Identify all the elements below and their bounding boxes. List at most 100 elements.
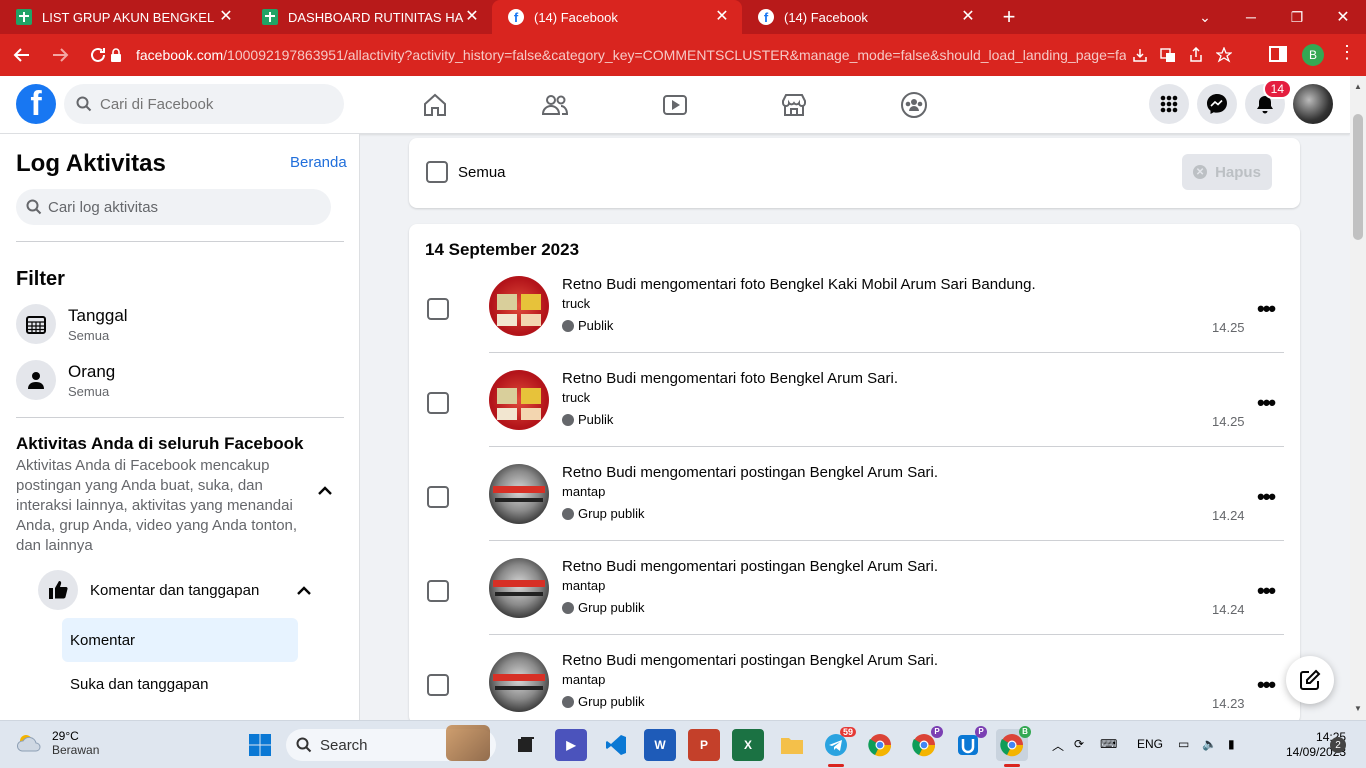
word-icon[interactable]: W — [644, 729, 676, 761]
entry-checkbox[interactable] — [427, 298, 449, 320]
marketplace-nav-icon[interactable] — [774, 88, 814, 122]
page-scrollbar[interactable]: ▲ ▼ — [1350, 76, 1366, 720]
telegram-icon[interactable]: 59 — [820, 727, 856, 761]
close-tab-icon[interactable]: ✕ — [714, 9, 730, 25]
excel-icon[interactable]: X — [732, 729, 764, 761]
minimize-button[interactable]: ─ — [1228, 0, 1274, 34]
more-options-icon[interactable]: ••• — [1257, 296, 1276, 322]
browser-tab[interactable]: DASHBOARD RUTINITAS HARIAN ✕ — [246, 0, 492, 34]
close-window-button[interactable]: ✕ — [1320, 0, 1366, 34]
powerpoint-icon[interactable]: P — [688, 729, 720, 761]
scrollbar-thumb[interactable] — [1353, 114, 1363, 240]
chevron-up-icon[interactable] — [297, 586, 311, 596]
entry-description[interactable]: Retno Budi mengomentari postingan Bengke… — [562, 558, 938, 575]
entry-thumbnail[interactable] — [489, 276, 549, 336]
browser-menu-icon[interactable]: ⋮ — [1338, 42, 1356, 63]
filter-date[interactable]: Tanggal Semua — [16, 302, 346, 346]
file-explorer-icon[interactable] — [776, 729, 808, 761]
share-icon[interactable] — [1182, 47, 1210, 63]
groups-nav-icon[interactable] — [894, 88, 934, 122]
friends-nav-icon[interactable] — [535, 88, 575, 122]
select-all-checkbox[interactable] — [426, 161, 448, 183]
more-options-icon[interactable]: ••• — [1257, 672, 1276, 698]
chrome-profile-icon[interactable]: P — [908, 726, 943, 761]
chevron-up-icon[interactable] — [318, 486, 332, 496]
entry-thumbnail[interactable] — [489, 558, 549, 618]
home-link[interactable]: Beranda — [290, 154, 347, 171]
scroll-down-arrow-icon[interactable]: ▼ — [1354, 704, 1362, 713]
facebook-logo[interactable]: f — [16, 84, 56, 124]
browser-tab-active[interactable]: f (14) Facebook ✕ — [492, 0, 742, 34]
entry-comment: mantap — [562, 672, 606, 687]
scroll-up-arrow-icon[interactable]: ▲ — [1354, 82, 1362, 91]
facebook-search[interactable] — [64, 84, 344, 124]
entry-audience: Grup publik — [562, 506, 644, 521]
chrome-active-icon[interactable]: B — [996, 726, 1031, 761]
activity-entry: Retno Budi mengomentari foto Bengkel Aru… — [409, 370, 1300, 464]
entry-description[interactable]: Retno Budi mengomentari foto Bengkel Aru… — [562, 370, 898, 387]
vscode-icon[interactable] — [600, 729, 632, 761]
category-comments-reactions[interactable]: Komentar dan tanggapan — [38, 570, 328, 610]
more-options-icon[interactable]: ••• — [1257, 390, 1276, 416]
delete-button[interactable]: ✕ Hapus — [1182, 154, 1272, 190]
new-message-button[interactable] — [1286, 656, 1334, 704]
browser-profile-avatar[interactable]: B — [1302, 44, 1324, 66]
task-view-icon[interactable] — [510, 729, 542, 761]
translate-icon[interactable] — [1154, 47, 1182, 63]
entry-checkbox[interactable] — [427, 486, 449, 508]
volume-icon[interactable]: 🔈 — [1202, 737, 1217, 751]
start-button[interactable] — [244, 729, 276, 761]
lock-icon — [111, 48, 121, 62]
entry-checkbox[interactable] — [427, 674, 449, 696]
more-options-icon[interactable]: ••• — [1257, 484, 1276, 510]
watch-nav-icon[interactable] — [655, 88, 695, 122]
teams-meet-icon[interactable]: ▶ — [555, 729, 587, 761]
entry-thumbnail[interactable] — [489, 652, 549, 712]
windows-icon — [249, 734, 271, 756]
sidepanel-icon[interactable] — [1268, 44, 1288, 64]
sync-icon[interactable]: ⟳ — [1074, 737, 1084, 751]
profile-avatar[interactable] — [1293, 84, 1333, 124]
language-indicator[interactable]: ENG — [1137, 737, 1163, 751]
close-tab-icon[interactable]: ✕ — [218, 9, 234, 25]
weather-widget[interactable]: 29°C Berawan — [16, 729, 99, 757]
more-options-icon[interactable]: ••• — [1257, 578, 1276, 604]
taskbar-search[interactable]: Search — [286, 725, 496, 761]
entry-description[interactable]: Retno Budi mengomentari postingan Bengke… — [562, 464, 938, 481]
new-tab-button[interactable]: + — [994, 0, 1024, 34]
entry-description[interactable]: Retno Budi mengomentari postingan Bengke… — [562, 652, 938, 669]
home-nav-icon[interactable] — [415, 88, 455, 122]
notification-center-badge[interactable]: 2 — [1330, 737, 1346, 753]
close-tab-icon[interactable]: ✕ — [464, 9, 480, 25]
tray-chevron-icon[interactable]: ︿ — [1052, 737, 1064, 754]
keyboard-icon[interactable]: ⌨ — [1100, 737, 1117, 751]
browser-tab[interactable]: LIST GRUP AKUN BENGKEL BANDUNG ✕ — [0, 0, 246, 34]
entry-thumbnail[interactable] — [489, 464, 549, 524]
close-tab-icon[interactable]: ✕ — [960, 9, 976, 25]
battery-icon[interactable]: ▮ — [1228, 737, 1235, 751]
tab-search-icon[interactable]: ⌄ — [1182, 0, 1228, 34]
entry-audience: Publik — [562, 318, 613, 333]
browser-tab[interactable]: f (14) Facebook ✕ — [742, 0, 988, 34]
notifications-button[interactable]: 14 — [1245, 79, 1292, 124]
entry-thumbnail[interactable] — [489, 370, 549, 430]
entry-checkbox[interactable] — [427, 580, 449, 602]
entry-checkbox[interactable] — [427, 392, 449, 414]
back-button[interactable] — [6, 39, 38, 71]
bookmark-star-icon[interactable] — [1210, 47, 1238, 63]
chrome-profile-icon[interactable] — [864, 729, 896, 761]
sidebar-item-likes-reactions[interactable]: Suka dan tanggapan — [62, 662, 298, 706]
menu-button[interactable] — [1149, 84, 1189, 124]
url-field[interactable]: facebook.com/100092197863951/allactivity… — [110, 39, 1256, 71]
maximize-button[interactable]: ❐ — [1274, 0, 1320, 34]
sidebar-item-comments[interactable]: Komentar — [62, 618, 298, 662]
install-icon[interactable] — [1126, 47, 1154, 63]
messenger-button[interactable] — [1197, 84, 1237, 124]
facebook-search-input[interactable] — [100, 95, 320, 113]
app-icon[interactable]: P — [952, 726, 987, 761]
entry-description[interactable]: Retno Budi mengomentari foto Bengkel Kak… — [562, 276, 1036, 293]
forward-button[interactable] — [44, 39, 76, 71]
monitor-icon[interactable]: ▭ — [1178, 737, 1189, 751]
filter-person[interactable]: Orang Semua — [16, 358, 346, 402]
activity-search[interactable]: Cari log aktivitas — [16, 189, 331, 225]
